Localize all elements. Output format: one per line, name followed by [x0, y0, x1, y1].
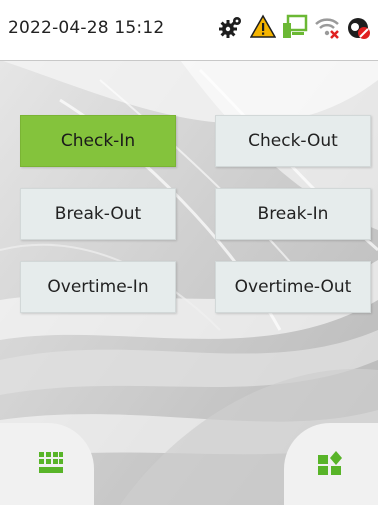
network-icon — [282, 14, 308, 40]
status-bar: 2022-04-28 15:12 — [0, 0, 378, 61]
warning-icon — [250, 14, 276, 40]
keypad-icon — [39, 452, 63, 473]
shortcut-menu-icon — [318, 451, 342, 475]
shortcut-menu-button[interactable] — [284, 423, 378, 505]
status-icons — [218, 14, 372, 40]
overtime-out-button[interactable]: Overtime-Out — [215, 261, 371, 313]
check-out-button[interactable]: Check-Out — [215, 115, 371, 167]
break-in-button[interactable]: Break-In — [215, 188, 371, 240]
datetime-label: 2022-04-28 15:12 — [8, 18, 165, 38]
attendance-screen: 2022-04-28 15:12 Check-In Check-Out Brea… — [0, 0, 378, 505]
cloud-disconnected-icon — [346, 14, 372, 40]
keypad-button[interactable] — [0, 423, 94, 505]
overtime-in-button[interactable]: Overtime-In — [20, 261, 176, 313]
check-in-button[interactable]: Check-In — [20, 115, 176, 167]
break-out-button[interactable]: Break-Out — [20, 188, 176, 240]
wifi-disconnected-icon — [314, 14, 340, 40]
gears-icon — [218, 14, 244, 40]
